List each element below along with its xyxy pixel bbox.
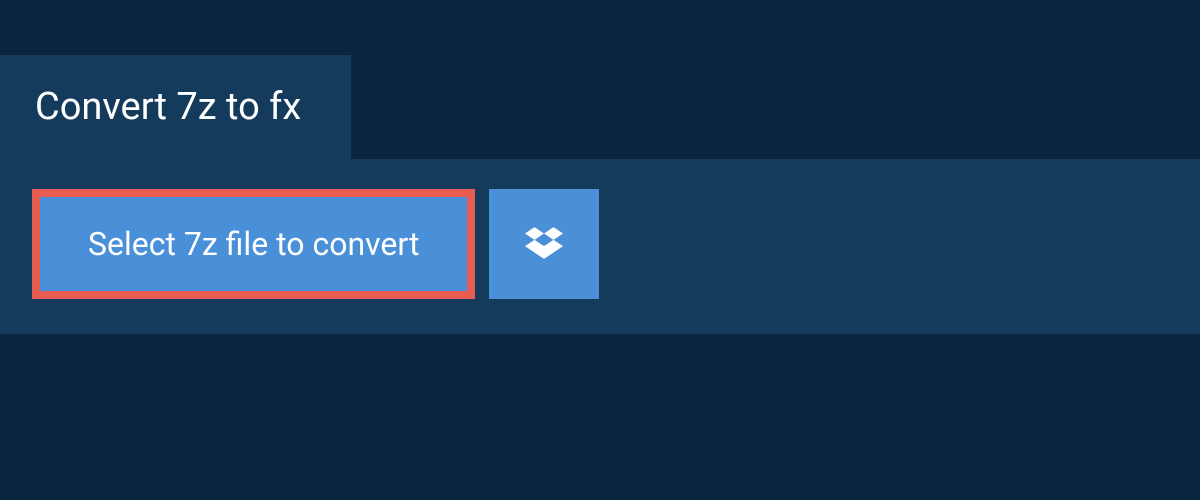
- upload-panel: Select 7z file to convert: [0, 159, 1200, 334]
- page-title: Convert 7z to fx: [35, 85, 301, 129]
- select-file-button-label: Select 7z file to convert: [88, 225, 419, 263]
- dropbox-icon: [525, 224, 563, 265]
- tab-header: Convert 7z to fx: [0, 55, 351, 159]
- button-row: Select 7z file to convert: [32, 189, 1170, 299]
- dropbox-button[interactable]: [489, 189, 599, 299]
- select-file-button[interactable]: Select 7z file to convert: [32, 189, 475, 299]
